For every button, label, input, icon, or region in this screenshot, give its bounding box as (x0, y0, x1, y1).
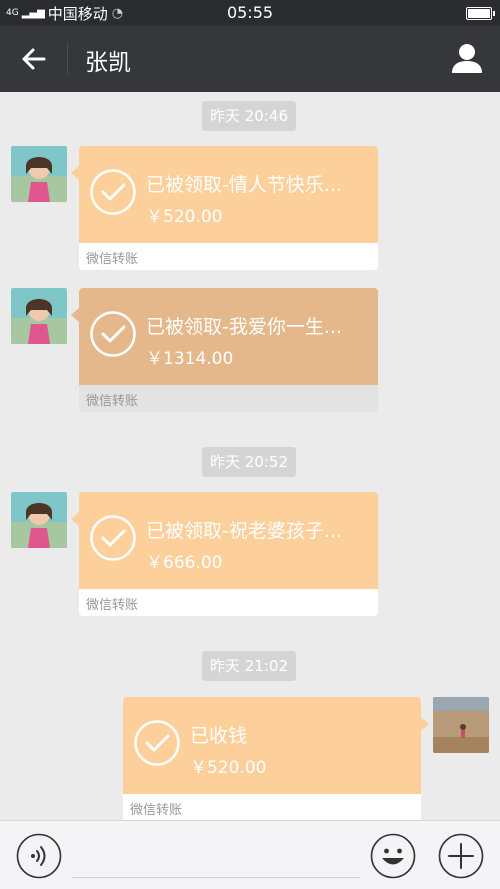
card-body: 已被领取-祝老婆孩子... ￥666.00 (79, 492, 378, 589)
avatar-image (11, 288, 67, 344)
card-body: 已收钱 ￥520.00 (123, 697, 421, 794)
transfer-label: 微信转账 (130, 803, 183, 818)
transfer-amount: ￥520.00 (190, 758, 267, 778)
transfer-amount: ￥666.00 (146, 553, 223, 573)
transfer-label: 微信转账 (86, 394, 139, 409)
avatar-image (11, 492, 67, 548)
card-body: 已被领取-我爱你一生... ￥1314.00 (79, 288, 378, 385)
transfer-card[interactable]: 已收钱 ￥520.00 微信转账 (123, 697, 429, 821)
transfer-amount: ￥1314.00 (146, 349, 234, 369)
status-bar: 4G ▂▄▆ 中国移动 ◔ 05:55 (0, 0, 500, 26)
timestamp-chip: 昨天 20:46 (202, 101, 296, 131)
title-divider (67, 43, 68, 75)
timestamp-chip: 昨天 21:02 (202, 651, 296, 681)
transfer-label: 微信转账 (86, 598, 139, 613)
bubble-tail (71, 308, 79, 322)
bubble-tail (421, 717, 429, 731)
transfer-status: 已被领取-我爱你一生... (146, 316, 342, 338)
check-circle-icon (90, 169, 136, 215)
check-circle-icon (134, 720, 180, 766)
transfer-status: 已被领取-祝老婆孩子... (146, 520, 342, 542)
transfer-card[interactable]: 已被领取-祝老婆孩子... ￥666.00 微信转账 (71, 492, 378, 616)
more-button[interactable] (438, 833, 484, 879)
avatar-image (433, 697, 489, 753)
transfer-amount: ￥520.00 (146, 207, 223, 227)
transfer-label: 微信转账 (86, 252, 139, 267)
back-button[interactable] (14, 40, 54, 78)
plus-icon (438, 833, 484, 879)
status-time: 05:55 (226, 3, 274, 22)
timestamp-chip: 昨天 20:52 (202, 447, 296, 477)
chat-title: 张凯 (85, 50, 131, 76)
voice-button[interactable] (16, 833, 62, 879)
voice-icon (16, 833, 62, 879)
person-icon (452, 44, 482, 73)
transfer-card[interactable]: 已被领取-情人节快乐... ￥520.00 微信转账 (71, 146, 378, 270)
transfer-status: 已被领取-情人节快乐... (146, 174, 342, 196)
emoji-button[interactable] (370, 833, 416, 879)
avatar[interactable] (11, 288, 67, 344)
emoji-icon (370, 833, 416, 879)
transfer-card[interactable]: 已被领取-我爱你一生... ￥1314.00 微信转账 (71, 288, 378, 412)
transfer-status: 已收钱 (190, 725, 248, 747)
bubble-tail (71, 512, 79, 526)
input-bar (0, 820, 500, 889)
chat-area[interactable]: 昨天 20:46 已被领取-情人节快乐... ￥520.00 微信转账 已被领取… (0, 92, 500, 821)
profile-button[interactable] (448, 40, 486, 78)
avatar[interactable] (11, 146, 67, 202)
check-circle-icon (90, 311, 136, 357)
avatar-image (11, 146, 67, 202)
message-input[interactable] (72, 877, 360, 878)
avatar[interactable] (11, 492, 67, 548)
title-bar: 张凯 (0, 26, 500, 92)
card-body: 已被领取-情人节快乐... ￥520.00 (79, 146, 378, 243)
check-circle-icon (90, 515, 136, 561)
arrow-left-icon (22, 48, 46, 70)
self-avatar[interactable] (433, 697, 489, 753)
bubble-tail (71, 166, 79, 180)
battery-icon (466, 7, 495, 20)
